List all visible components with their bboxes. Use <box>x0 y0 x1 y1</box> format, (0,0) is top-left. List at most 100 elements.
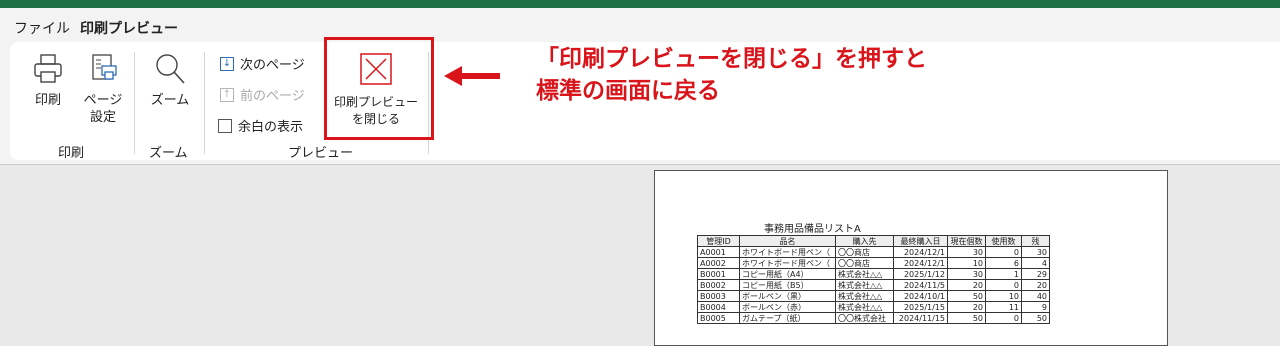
table-header-cell: 使用数 <box>985 235 1022 247</box>
table-cell: 9 <box>1021 301 1050 313</box>
table-cell: 0 <box>985 246 1022 258</box>
page-setup-label-1: ページ <box>83 93 123 108</box>
table-cell: 29 <box>1021 268 1050 280</box>
page-setup-button[interactable]: ページ 設定 <box>80 52 126 126</box>
table-cell: 10 <box>947 257 986 269</box>
annotation-line-1: 「印刷プレビューを閉じる」を押すと <box>536 46 927 72</box>
table-cell: A0002 <box>697 257 740 269</box>
annotation-arrow-icon <box>444 66 500 86</box>
tab-print-preview-label: 印刷プレビュー <box>80 21 178 37</box>
print-button[interactable]: 印刷 <box>28 52 68 109</box>
table-header-row: 管理ID 品名 購入先 最終購入日 現在個数 使用数残 <box>697 235 1050 247</box>
table-header-cell: 管理ID <box>697 235 740 247</box>
tab-print-preview[interactable]: 印刷プレビュー <box>80 18 178 45</box>
group-label-zoom: ズーム <box>149 146 188 161</box>
table-cell: 20 <box>947 301 986 313</box>
table-cell: 2024/12/1 <box>893 246 948 258</box>
table-cell: 50 <box>1021 312 1050 324</box>
table-cell: 0 <box>985 312 1022 324</box>
table-cell: 1 <box>985 268 1022 280</box>
table-cell: B0005 <box>697 312 740 324</box>
page-setup-icon <box>92 54 117 80</box>
table-cell: 〇〇株式会社 <box>835 312 894 324</box>
table-cell: 50 <box>947 312 986 324</box>
arrow-down-icon: ↓ <box>220 56 234 71</box>
table-cell: 4 <box>1021 257 1050 269</box>
table-header-cell: 品名 <box>739 235 836 247</box>
tab-file[interactable]: ファイル <box>14 18 70 38</box>
table-header-cell: 最終購入日 <box>893 235 948 247</box>
table-cell: 2024/10/1 <box>893 290 948 302</box>
table-cell: 株式会社△△ <box>835 290 894 302</box>
table-cell: ホワイトボード用ペン（ <box>739 246 836 258</box>
next-page-button[interactable]: ↓ 次のページ <box>220 54 305 73</box>
table-cell: 〇〇商店 <box>835 257 894 269</box>
table-cell: 2025/1/12 <box>893 268 948 280</box>
table-cell: B0003 <box>697 290 740 302</box>
table-cell: 30 <box>947 246 986 258</box>
title-bar-strip <box>0 0 1280 8</box>
table-cell: 2024/11/15 <box>893 312 948 324</box>
table-cell: 11 <box>985 301 1022 313</box>
table-header-cell: 購入先 <box>835 235 894 247</box>
table-cell: コピー用紙（A4） <box>739 268 836 280</box>
table-row: B0004 ボールペン（赤） 株式会社△△ 2025/1/15 20 11 9 <box>697 301 1050 313</box>
show-margins-checkbox[interactable]: 余白の表示 <box>218 116 303 135</box>
table-cell: 2024/11/5 <box>893 279 948 291</box>
table-cell: B0004 <box>697 301 740 313</box>
group-separator <box>204 52 205 154</box>
table-cell: ボールペン（赤） <box>739 301 836 313</box>
table-cell: ガムテープ（紙） <box>739 312 836 324</box>
table-cell: 30 <box>947 268 986 280</box>
table-cell: 20 <box>1021 279 1050 291</box>
table-header-cell: 現在個数 <box>947 235 986 247</box>
table-cell: 20 <box>947 279 986 291</box>
table-row: A0001 ホワイトボード用ペン（ 〇〇商店 2024/12/1 30 0 30 <box>697 246 1050 258</box>
checkbox-icon <box>218 118 232 133</box>
table-cell: B0001 <box>697 268 740 280</box>
next-page-label: 次のページ <box>240 58 305 73</box>
table-cell: 株式会社△△ <box>835 279 894 291</box>
group-label-print: 印刷 <box>58 146 85 161</box>
table-cell: 株式会社△△ <box>835 268 894 280</box>
table-cell: B0002 <box>697 279 740 291</box>
table-cell: 2025/1/15 <box>893 301 948 313</box>
magnifier-icon <box>156 54 185 84</box>
group-separator <box>134 52 135 154</box>
table-row: A0002 ホワイトボード用ペン（ 〇〇商店 2024/12/1 10 6 4 <box>697 257 1050 269</box>
printer-icon <box>34 54 62 83</box>
table-row: B0002 コピー用紙（B5） 株式会社△△ 2024/11/5 20 0 20 <box>697 279 1050 291</box>
sheet-table: 管理ID 品名 購入先 最終購入日 現在個数 使用数残 A0001 ホワイトボード用ペン（〇… <box>697 235 1050 324</box>
sheet-title: 事務用品備品リストA <box>764 224 861 235</box>
page-setup-label-2: 設定 <box>89 110 116 125</box>
table-cell: ホワイトボード用ペン（ <box>739 257 836 269</box>
table-cell: 30 <box>1021 246 1050 258</box>
table-row: B0001 コピー用紙（A4） 株式会社△△ 2025/1/12 30 1 29 <box>697 268 1050 280</box>
arrow-up-icon: ↑ <box>220 87 234 102</box>
table-cell: 0 <box>985 279 1022 291</box>
table-cell: 2024/12/1 <box>893 257 948 269</box>
table-header-cell: 残 <box>1021 235 1050 247</box>
zoom-label: ズーム <box>150 93 190 108</box>
table-cell: コピー用紙（B5） <box>739 279 836 291</box>
highlight-box <box>324 37 434 140</box>
annotation-text: 「印刷プレビューを閉じる」を押すと 標準の画面に戻る <box>536 43 927 107</box>
table-cell: 6 <box>985 257 1022 269</box>
print-label: 印刷 <box>34 93 61 108</box>
table-cell: 〇〇商店 <box>835 246 894 258</box>
ribbon-tabs: ファイル 印刷プレビュー <box>0 8 1280 45</box>
table-cell: ボールペン（黒） <box>739 290 836 302</box>
prev-page-label: 前のページ <box>240 89 305 104</box>
table-row: B0005 ガムテープ（紙） 〇〇株式会社 2024/11/15 50 0 50 <box>697 312 1050 324</box>
table-cell: 株式会社△△ <box>835 301 894 313</box>
prev-page-button[interactable]: ↑ 前のページ <box>220 85 305 104</box>
table-cell: 10 <box>985 290 1022 302</box>
table-row: B0003 ボールペン（黒） 株式会社△△ 2024/10/1 50 10 40 <box>697 290 1050 302</box>
table-cell: A0001 <box>697 246 740 258</box>
group-label-preview: プレビュー <box>288 146 354 161</box>
zoom-button[interactable]: ズーム <box>148 52 192 109</box>
table-cell: 50 <box>947 290 986 302</box>
show-margins-label: 余白の表示 <box>238 120 304 135</box>
annotation-line-2: 標準の画面に戻る <box>536 78 720 104</box>
table-cell: 40 <box>1021 290 1050 302</box>
